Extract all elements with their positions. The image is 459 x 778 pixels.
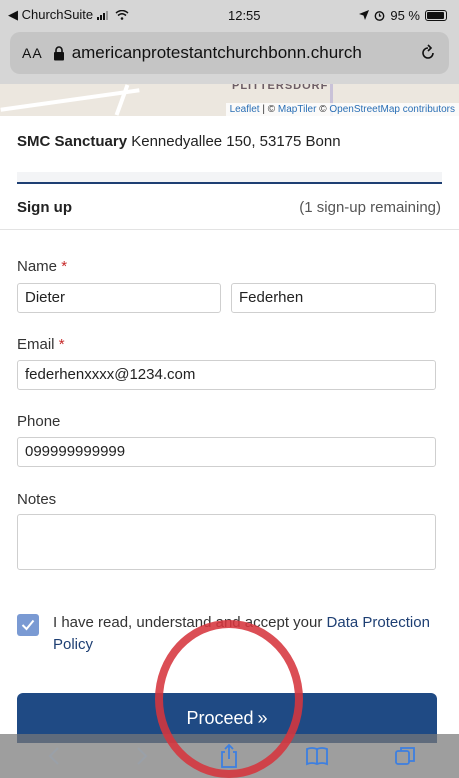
chevron-right-icon bbox=[136, 747, 148, 765]
event-location: SMC Sanctuary Kennedyallee 150, 53175 Bo… bbox=[17, 133, 341, 150]
required-marker: * bbox=[58, 336, 65, 353]
consent-row: I have read, understand and accept your … bbox=[17, 612, 442, 656]
battery-percent: 95 % bbox=[390, 7, 420, 23]
share-button[interactable] bbox=[209, 736, 249, 776]
battery-level bbox=[427, 11, 445, 19]
card-divider bbox=[17, 172, 442, 184]
consent-checkbox[interactable] bbox=[17, 614, 39, 636]
signup-title: Sign up bbox=[17, 199, 72, 216]
notes-label: Notes bbox=[17, 491, 57, 508]
browser-chrome: ◀ ChurchSuite 12:55 95 % AA americanprot… bbox=[0, 0, 459, 84]
back-to-app-link[interactable]: ◀ ChurchSuite bbox=[8, 7, 93, 23]
venue-name: SMC Sanctuary bbox=[17, 133, 128, 150]
name-label: Name * bbox=[17, 258, 67, 275]
map[interactable]: PLITTERSDORF Leaflet | © MapTiler © Open… bbox=[0, 84, 459, 116]
phone-label: Phone bbox=[17, 413, 61, 430]
clock: 12:55 bbox=[227, 7, 261, 23]
signup-remaining: (1 sign-up remaining) bbox=[299, 199, 441, 216]
notes-textarea[interactable] bbox=[17, 514, 436, 570]
address-bar[interactable]: AA americanprotestantchurchbonn.church bbox=[10, 32, 449, 74]
status-left: ◀ ChurchSuite bbox=[8, 7, 129, 23]
reload-icon[interactable] bbox=[419, 44, 437, 62]
forward-button[interactable] bbox=[122, 736, 162, 776]
name-label-text: Name bbox=[17, 258, 58, 275]
tabs-icon bbox=[395, 747, 415, 765]
back-button[interactable] bbox=[34, 736, 74, 776]
location-arrow-icon bbox=[359, 10, 370, 20]
wifi-icon bbox=[115, 10, 129, 20]
email-label: Email * bbox=[17, 336, 65, 353]
last-name-input[interactable]: Federhen bbox=[231, 283, 436, 313]
email-input[interactable]: federhenxxxx@1234.com bbox=[17, 360, 436, 390]
text-size-button[interactable]: AA bbox=[22, 45, 43, 61]
maptiler-link[interactable]: MapTiler bbox=[278, 104, 317, 115]
venue-address: Kennedyallee 150, 53175 Bonn bbox=[131, 133, 341, 150]
map-attribution: Leaflet | © MapTiler © OpenStreetMap con… bbox=[225, 103, 459, 116]
lock-icon bbox=[53, 45, 64, 60]
bookmarks-button[interactable] bbox=[297, 736, 337, 776]
leaflet-link[interactable]: Leaflet bbox=[230, 104, 260, 115]
first-name-input[interactable]: Dieter bbox=[17, 283, 221, 313]
osm-link[interactable]: OpenStreetMap contributors bbox=[329, 104, 455, 115]
tabs-button[interactable] bbox=[385, 736, 425, 776]
map-place-label: PLITTERSDORF bbox=[232, 84, 329, 92]
email-label-text: Email bbox=[17, 336, 55, 353]
checkmark-icon bbox=[21, 619, 35, 631]
share-icon bbox=[221, 743, 238, 768]
status-bar: ◀ ChurchSuite 12:55 95 % bbox=[0, 0, 459, 30]
signal-icon bbox=[97, 11, 109, 20]
attribution-separator: | © bbox=[259, 104, 278, 115]
attribution-separator: © bbox=[316, 104, 330, 115]
required-marker: * bbox=[61, 258, 68, 275]
browser-toolbar bbox=[0, 734, 459, 778]
signup-header: Sign up (1 sign-up remaining) bbox=[0, 186, 459, 230]
consent-statement: I have read, understand and accept your bbox=[53, 614, 323, 631]
chevron-left-icon bbox=[48, 747, 59, 765]
url-text[interactable]: americanprotestantchurchbonn.church bbox=[72, 43, 413, 63]
phone-input[interactable]: 099999999999 bbox=[17, 437, 436, 467]
consent-text: I have read, understand and accept your … bbox=[53, 612, 442, 656]
double-chevron-right-icon: » bbox=[257, 707, 268, 728]
battery-icon bbox=[425, 9, 447, 21]
book-icon bbox=[306, 747, 329, 766]
proceed-label: Proceed bbox=[186, 707, 254, 728]
status-right: 95 % bbox=[359, 8, 447, 23]
alarm-icon bbox=[374, 10, 385, 21]
map-road bbox=[114, 84, 130, 116]
